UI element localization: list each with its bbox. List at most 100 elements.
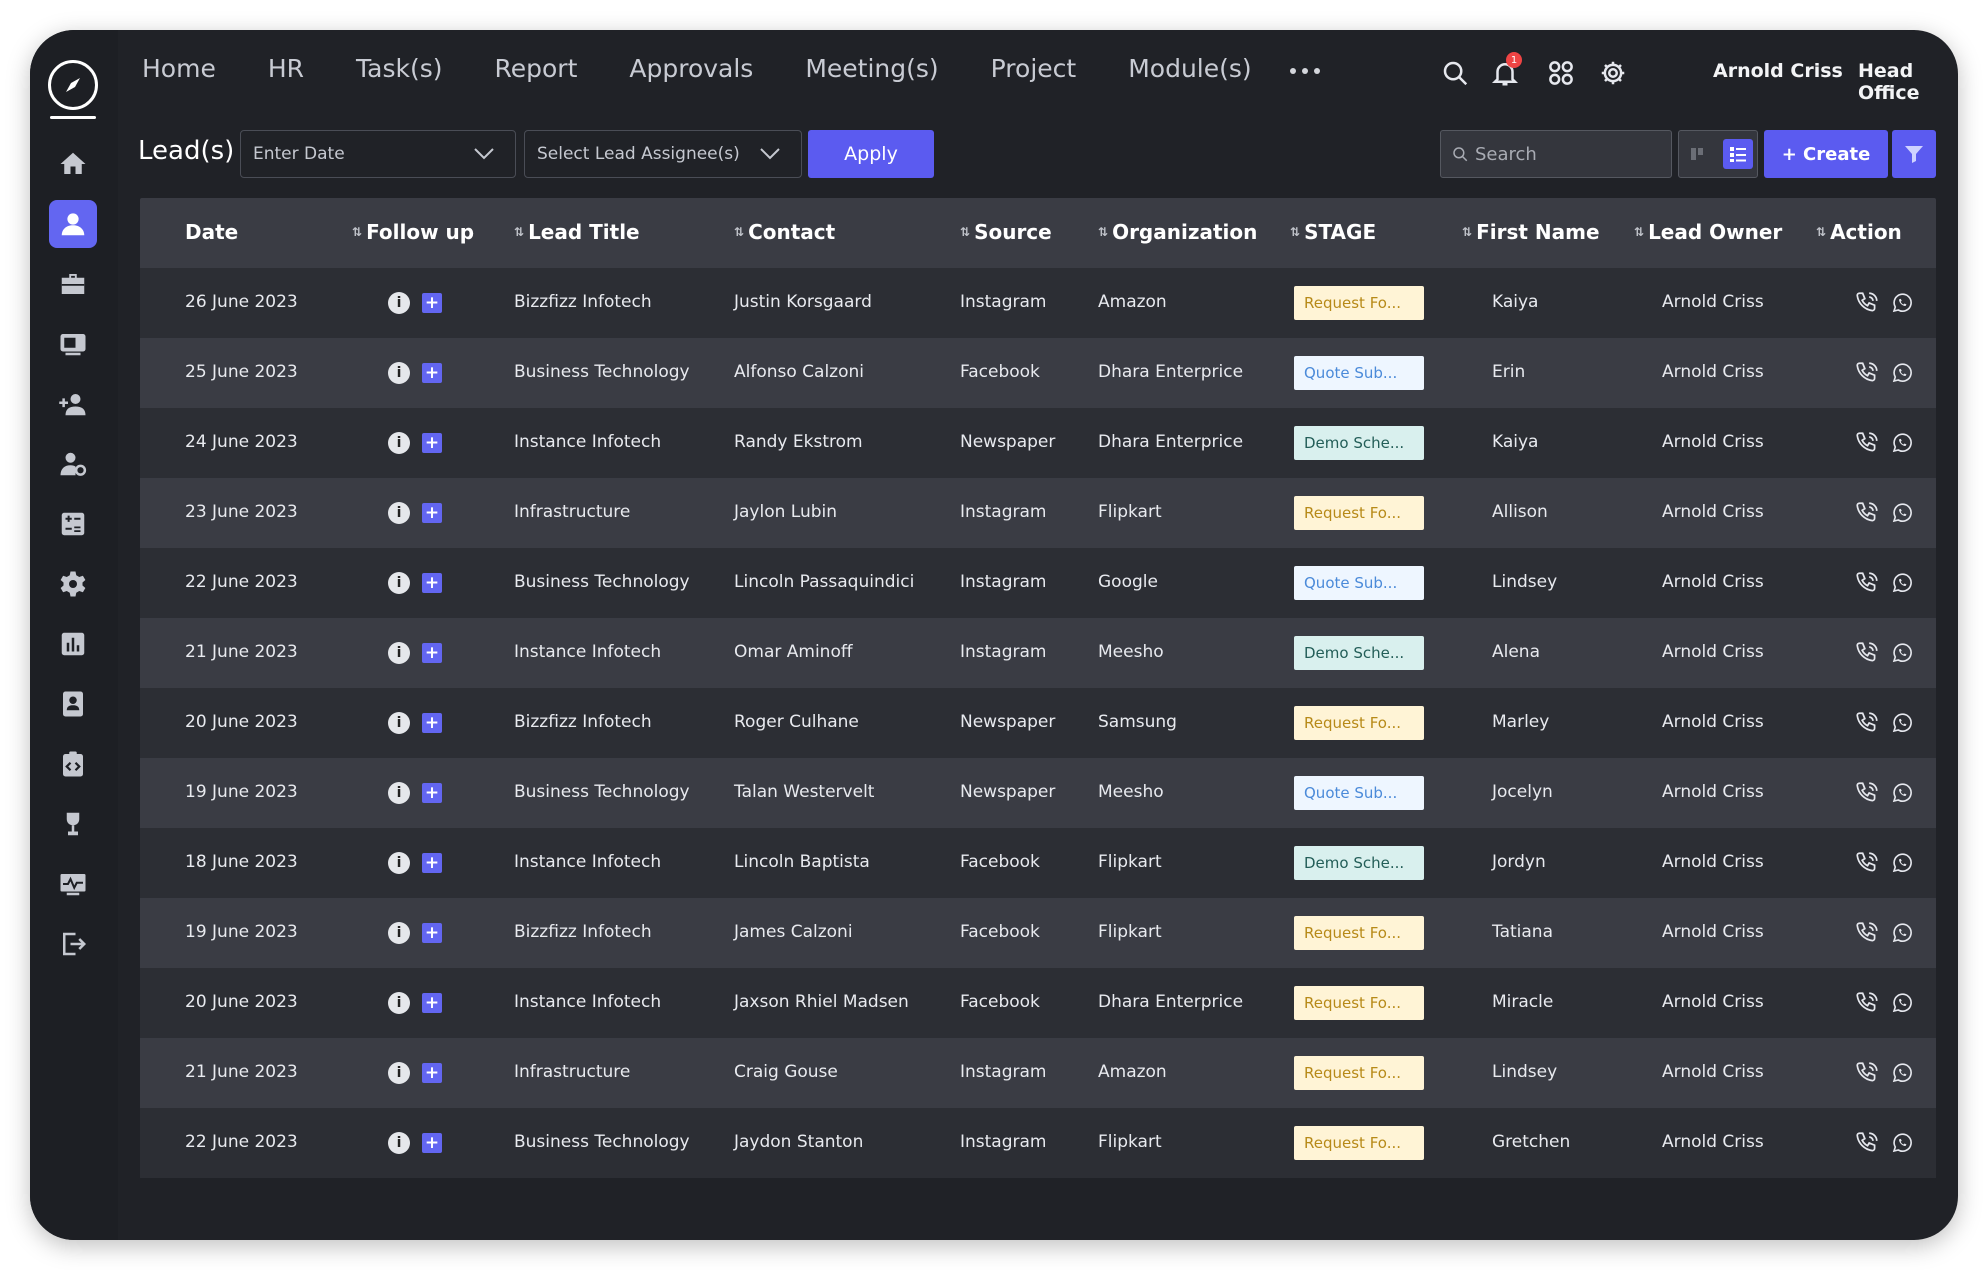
phone-call-icon[interactable] — [1854, 780, 1880, 806]
create-button[interactable]: + Create — [1764, 130, 1888, 178]
phone-call-icon[interactable] — [1854, 290, 1880, 316]
whatsapp-icon[interactable] — [1890, 781, 1914, 805]
more-menu-icon[interactable] — [1290, 68, 1320, 74]
info-icon[interactable]: i — [388, 852, 410, 874]
phone-call-icon[interactable] — [1854, 990, 1880, 1016]
info-icon[interactable]: i — [388, 712, 410, 734]
whatsapp-icon[interactable] — [1890, 1131, 1914, 1155]
add-follow-up-icon[interactable]: + — [422, 853, 442, 873]
add-follow-up-icon[interactable]: + — [422, 1133, 442, 1153]
info-icon[interactable]: i — [388, 1132, 410, 1154]
phone-call-icon[interactable] — [1854, 1130, 1880, 1156]
office-selector[interactable]: Head Office — [1858, 60, 1958, 104]
column-header-action[interactable]: ⇅ Action — [1816, 220, 1902, 244]
stage-badge[interactable]: Quote Sub... — [1294, 776, 1424, 810]
user-icon[interactable] — [49, 200, 97, 248]
list-view-icon[interactable] — [1723, 139, 1753, 169]
column-header-follow-up[interactable]: ⇅ Follow up — [352, 220, 474, 244]
menu-item-meetings[interactable]: Meeting(s) — [805, 54, 938, 83]
notification-bell-icon[interactable]: 1 — [1490, 52, 1522, 88]
column-header-organization[interactable]: ⇅ Organization — [1098, 220, 1257, 244]
phone-call-icon[interactable] — [1854, 570, 1880, 596]
table-row[interactable]: 20 June 2023 i + Bizzfizz Infotech Roger… — [140, 688, 1936, 758]
whatsapp-icon[interactable] — [1890, 1061, 1914, 1085]
gear-icon[interactable] — [49, 560, 97, 608]
analytics-icon[interactable] — [49, 860, 97, 908]
apply-button[interactable]: Apply — [808, 130, 934, 178]
table-row[interactable]: 24 June 2023 i + Instance Infotech Randy… — [140, 408, 1936, 478]
info-icon[interactable]: i — [388, 642, 410, 664]
add-user-icon[interactable] — [49, 380, 97, 428]
home-icon[interactable] — [49, 140, 97, 188]
column-header-contact[interactable]: ⇅ Contact — [734, 220, 835, 244]
phone-call-icon[interactable] — [1854, 920, 1880, 946]
add-follow-up-icon[interactable]: + — [422, 433, 442, 453]
filter-button[interactable] — [1892, 130, 1936, 178]
add-follow-up-icon[interactable]: + — [422, 713, 442, 733]
stage-badge[interactable]: Demo Sche... — [1294, 636, 1424, 670]
info-icon[interactable]: i — [388, 1062, 410, 1084]
add-follow-up-icon[interactable]: + — [422, 363, 442, 383]
add-follow-up-icon[interactable]: + — [422, 923, 442, 943]
add-follow-up-icon[interactable]: + — [422, 643, 442, 663]
logout-icon[interactable] — [49, 920, 97, 968]
add-follow-up-icon[interactable]: + — [422, 1063, 442, 1083]
table-row[interactable]: 22 June 2023 i + Business Technology Lin… — [140, 548, 1936, 618]
info-icon[interactable]: i — [388, 572, 410, 594]
stage-badge[interactable]: Request Fo... — [1294, 286, 1424, 320]
info-icon[interactable]: i — [388, 292, 410, 314]
add-follow-up-icon[interactable]: + — [422, 293, 442, 313]
whatsapp-icon[interactable] — [1890, 641, 1914, 665]
user-name[interactable]: Arnold Criss — [1713, 60, 1843, 82]
table-row[interactable]: 20 June 2023 i + Instance Infotech Jaxso… — [140, 968, 1936, 1038]
add-follow-up-icon[interactable]: + — [422, 573, 442, 593]
clipboard-code-icon[interactable] — [49, 740, 97, 788]
column-header-lead-owner[interactable]: ⇅ Lead Owner — [1634, 220, 1782, 244]
trophy-icon[interactable] — [49, 800, 97, 848]
menu-item-approvals[interactable]: Approvals — [629, 54, 753, 83]
phone-call-icon[interactable] — [1854, 710, 1880, 736]
whatsapp-icon[interactable] — [1890, 571, 1914, 595]
column-header-stage[interactable]: ⇅ STAGE — [1290, 220, 1376, 244]
stage-badge[interactable]: Demo Sche... — [1294, 846, 1424, 880]
phone-call-icon[interactable] — [1854, 850, 1880, 876]
apps-grid-icon[interactable] — [1546, 58, 1576, 88]
whatsapp-icon[interactable] — [1890, 711, 1914, 735]
table-row[interactable]: 19 June 2023 i + Business Technology Tal… — [140, 758, 1936, 828]
table-row[interactable]: 21 June 2023 i + Infrastructure Craig Go… — [140, 1038, 1936, 1108]
add-follow-up-icon[interactable]: + — [422, 993, 442, 1013]
whatsapp-icon[interactable] — [1890, 361, 1914, 385]
whatsapp-icon[interactable] — [1890, 921, 1914, 945]
info-icon[interactable]: i — [388, 782, 410, 804]
stage-badge[interactable]: Demo Sche... — [1294, 426, 1424, 460]
stage-badge[interactable]: Request Fo... — [1294, 1126, 1424, 1160]
settings-gear-icon[interactable] — [1598, 58, 1628, 88]
menu-item-project[interactable]: Project — [991, 54, 1077, 83]
search-input[interactable]: Search — [1440, 130, 1672, 178]
assignee-select[interactable]: Select Lead Assignee(s) — [524, 130, 802, 178]
stage-badge[interactable]: Request Fo... — [1294, 986, 1424, 1020]
menu-item-hr[interactable]: HR — [268, 54, 304, 83]
id-card-icon[interactable] — [49, 680, 97, 728]
phone-call-icon[interactable] — [1854, 360, 1880, 386]
phone-call-icon[interactable] — [1854, 430, 1880, 456]
kanban-view-icon[interactable] — [1689, 145, 1707, 163]
whatsapp-icon[interactable] — [1890, 431, 1914, 455]
table-row[interactable]: 19 June 2023 i + Bizzfizz Infotech James… — [140, 898, 1936, 968]
whatsapp-icon[interactable] — [1890, 851, 1914, 875]
phone-call-icon[interactable] — [1854, 1060, 1880, 1086]
phone-call-icon[interactable] — [1854, 500, 1880, 526]
table-row[interactable]: 23 June 2023 i + Infrastructure Jaylon L… — [140, 478, 1936, 548]
stage-badge[interactable]: Request Fo... — [1294, 706, 1424, 740]
column-header-date[interactable]: Date — [185, 220, 238, 244]
search-icon[interactable] — [1440, 58, 1470, 88]
stage-badge[interactable]: Request Fo... — [1294, 496, 1424, 530]
table-row[interactable]: 21 June 2023 i + Instance Infotech Omar … — [140, 618, 1936, 688]
table-row[interactable]: 18 June 2023 i + Instance Infotech Linco… — [140, 828, 1936, 898]
table-row[interactable]: 25 June 2023 i + Business Technology Alf… — [140, 338, 1936, 408]
stage-badge[interactable]: Quote Sub... — [1294, 566, 1424, 600]
info-icon[interactable]: i — [388, 432, 410, 454]
whatsapp-icon[interactable] — [1890, 501, 1914, 525]
menu-item-modules[interactable]: Module(s) — [1128, 54, 1251, 83]
stage-badge[interactable]: Request Fo... — [1294, 916, 1424, 950]
